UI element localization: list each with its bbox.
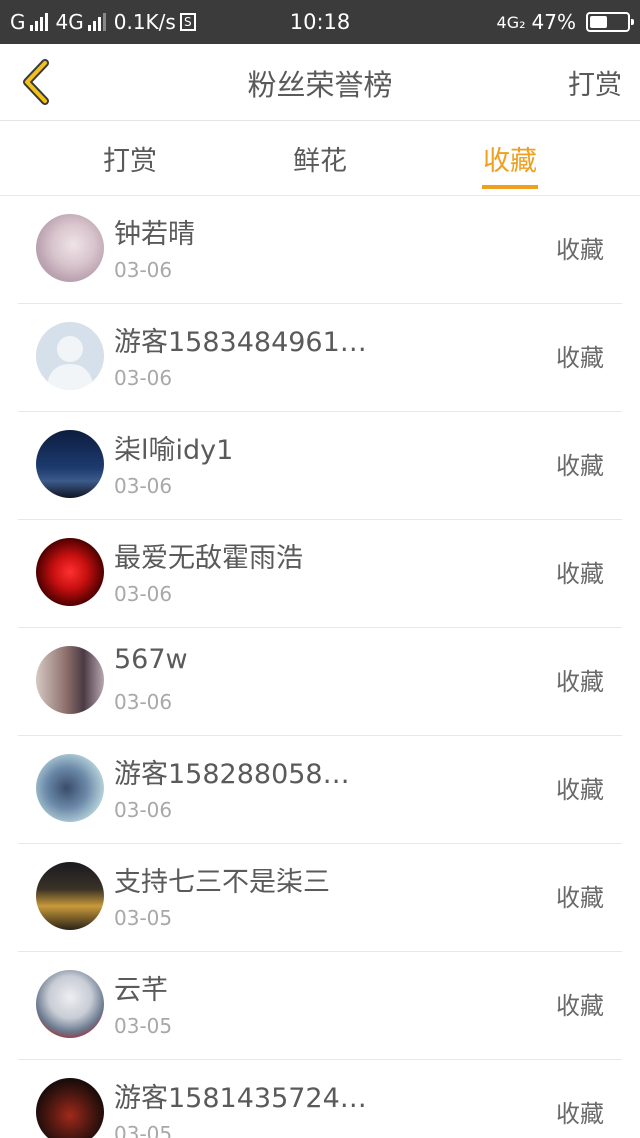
fan-type: 收藏 — [556, 344, 604, 372]
fan-date: 03-05 — [114, 1122, 173, 1138]
battery-percent: 47% — [531, 10, 576, 34]
fan-name: 支持七三不是柒三 — [114, 867, 330, 898]
status-bar: G 4G 0.1K/s S 10:18 4G₂ 47% — [0, 0, 640, 44]
avatar — [36, 322, 104, 390]
fan-name: 游客158288058… — [114, 759, 350, 790]
fan-type: 收藏 — [556, 236, 604, 264]
list-item[interactable]: 钟若晴 03-06 收藏 — [18, 196, 622, 304]
tab-flowers[interactable]: 鲜花 — [260, 121, 380, 196]
list-item[interactable]: 柒l喻idy1 03-06 收藏 — [18, 412, 622, 520]
fan-name: 柒l喻idy1 — [114, 435, 234, 466]
fan-name: 最爱无敌霍雨浩 — [114, 543, 303, 574]
fan-date: 03-06 — [114, 582, 173, 606]
avatar — [36, 214, 104, 282]
page-title: 粉丝荣誉榜 — [247, 67, 393, 102]
nav-bar: 粉丝荣誉榜 打赏 — [0, 44, 640, 121]
status-right: 4G₂ 47% — [496, 0, 634, 44]
fan-type: 收藏 — [556, 1100, 604, 1128]
avatar — [36, 538, 104, 606]
tab-tip[interactable]: 打赏 — [70, 121, 190, 196]
fan-date: 03-05 — [114, 1014, 173, 1038]
fan-type: 收藏 — [556, 884, 604, 912]
list-item[interactable]: 游客158288058… 03-06 收藏 — [18, 736, 622, 844]
fan-name: 567w — [114, 644, 188, 675]
tip-button[interactable]: 打赏 — [568, 44, 622, 121]
fan-type: 收藏 — [556, 776, 604, 804]
avatar — [36, 754, 104, 822]
default-user-icon — [46, 336, 94, 390]
fan-date: 03-06 — [114, 690, 173, 714]
fan-name: 钟若晴 — [114, 219, 195, 250]
fan-type: 收藏 — [556, 560, 604, 588]
list-item[interactable]: 最爱无敌霍雨浩 03-06 收藏 — [18, 520, 622, 628]
avatar — [36, 430, 104, 498]
fan-name: 游客1581435724… — [114, 1083, 367, 1114]
avatar — [36, 862, 104, 930]
list-item[interactable]: 567w 03-06 收藏 — [18, 628, 622, 736]
fan-date: 03-06 — [114, 474, 173, 498]
battery-icon — [586, 12, 634, 32]
list-item[interactable]: 云芊 03-05 收藏 — [18, 952, 622, 1060]
fan-date: 03-06 — [114, 258, 173, 282]
tab-bar: 打赏 鲜花 收藏 — [0, 121, 640, 196]
fan-list[interactable]: 钟若晴 03-06 收藏 游客1583484961… 03-06 收藏 柒l喻i… — [0, 196, 640, 1138]
avatar — [36, 646, 104, 714]
avatar — [36, 1078, 104, 1138]
fan-date: 03-06 — [114, 366, 173, 390]
fan-date: 03-05 — [114, 906, 173, 930]
list-item[interactable]: 游客1583484961… 03-06 收藏 — [18, 304, 622, 412]
avatar — [36, 970, 104, 1038]
active-tab-indicator — [482, 185, 538, 189]
list-item[interactable]: 支持七三不是柒三 03-05 收藏 — [18, 844, 622, 952]
list-item[interactable]: 游客1581435724… 03-05 收藏 — [18, 1060, 622, 1138]
fan-date: 03-06 — [114, 798, 173, 822]
fan-name: 云芊 — [114, 975, 168, 1006]
network-type-right: 4G₂ — [496, 12, 526, 32]
fan-name: 游客1583484961… — [114, 327, 367, 358]
fan-type: 收藏 — [556, 452, 604, 480]
fan-type: 收藏 — [556, 992, 604, 1020]
fan-type: 收藏 — [556, 668, 604, 696]
